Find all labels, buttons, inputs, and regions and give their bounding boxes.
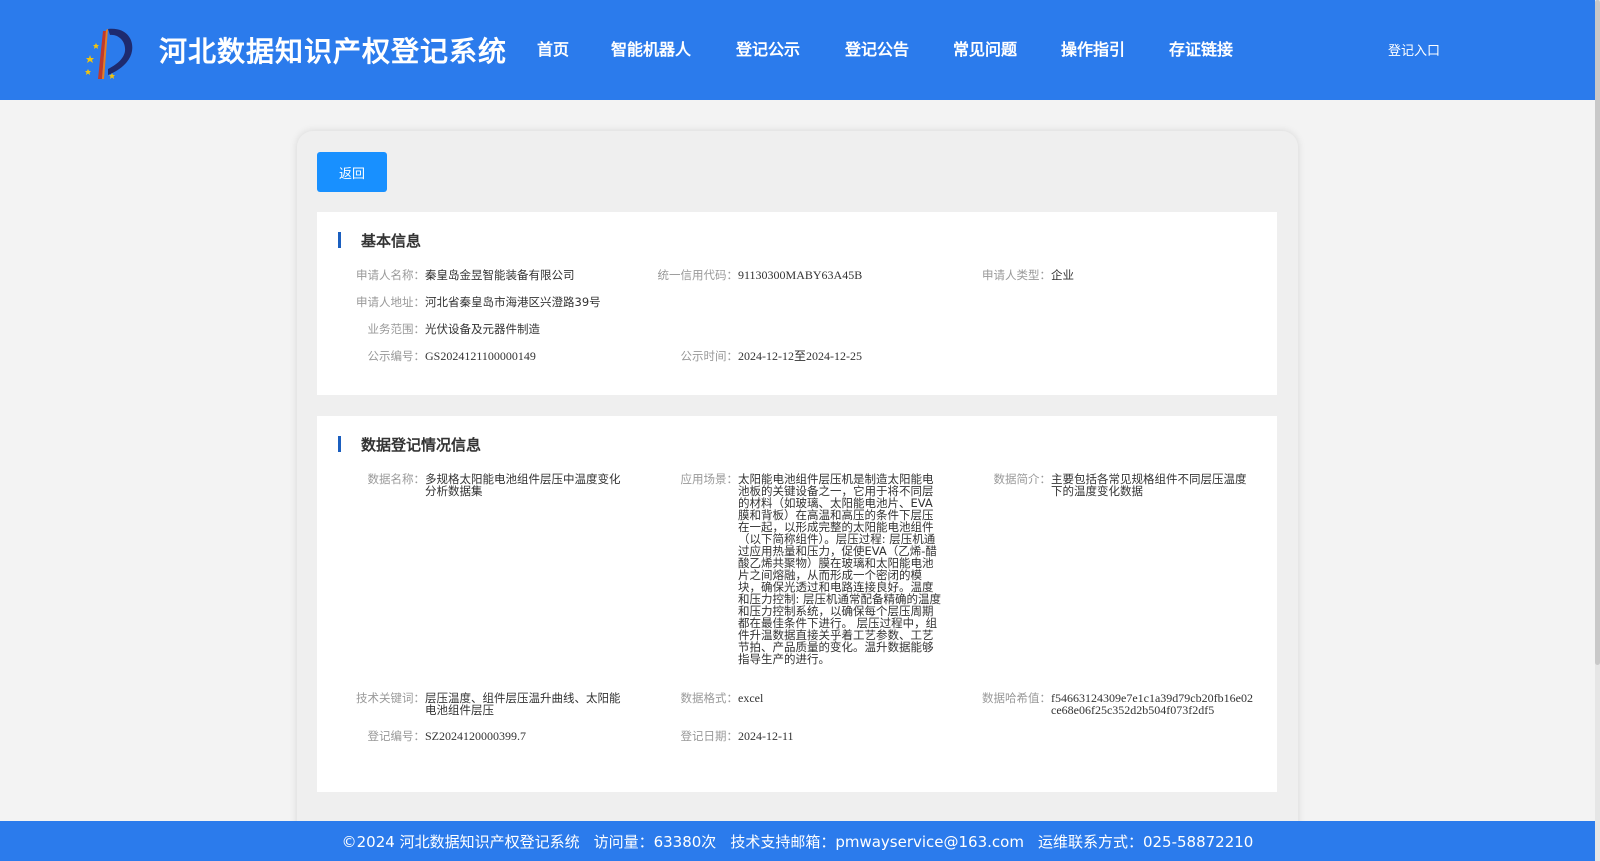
footer-email: 技术支持邮箱：pmwayservice@163.com bbox=[730, 832, 1024, 851]
section-title: 数据登记情况信息 bbox=[338, 434, 481, 454]
footer-contact: 运维联系方式：025-58872210 bbox=[1037, 832, 1254, 851]
hash-value: f54663124309e7e1c1a39d79cb20fb16e02ce68e… bbox=[1051, 691, 1253, 717]
basic-info-section: 基本信息 申请人名称： 秦皇岛金昱智能装备有限公司 统一信用代码： 911303… bbox=[317, 212, 1277, 395]
field-label: 数据简介： bbox=[993, 472, 1052, 486]
nav-faq[interactable]: 常见问题 bbox=[953, 36, 1017, 60]
title-accent-bar bbox=[338, 232, 341, 248]
scrollbar-thumb[interactable] bbox=[1595, 0, 1600, 665]
nav-home[interactable]: 首页 bbox=[537, 36, 569, 60]
field-label: 业务范围： bbox=[367, 322, 426, 336]
field-label: 申请人地址： bbox=[356, 295, 425, 309]
address-value: 河北省秦皇岛市海港区兴澄路39号 bbox=[425, 295, 601, 309]
footer: ©2024 河北数据知识产权登记系统 访问量：63380次 技术支持邮箱：pmw… bbox=[0, 821, 1595, 861]
detail-card: 返回 基本信息 申请人名称： 秦皇岛金昱智能装备有限公司 统一信用代码： 911… bbox=[297, 131, 1298, 861]
registration-info-section: 数据登记情况信息 数据名称： 多规格太阳能电池组件层压中温度变化分析数据集 应用… bbox=[317, 416, 1277, 792]
field-label: 数据哈希值： bbox=[982, 691, 1051, 705]
field-label: 应用场景： bbox=[680, 472, 739, 486]
nav-registration-publicity[interactable]: 登记公示 bbox=[736, 36, 800, 60]
nav-robot[interactable]: 智能机器人 bbox=[611, 36, 691, 60]
basic-info-title: 基本信息 bbox=[361, 231, 422, 250]
format-value: excel bbox=[738, 691, 764, 705]
section-title: 基本信息 bbox=[338, 230, 421, 250]
business-scope-value: 光伏设备及元器件制造 bbox=[425, 322, 540, 336]
login-link[interactable]: 登记入口 bbox=[1388, 40, 1440, 59]
nav-evidence-link[interactable]: 存证链接 bbox=[1169, 36, 1233, 60]
field-label: 技术关键词： bbox=[356, 691, 425, 705]
field-label: 公示编号： bbox=[367, 349, 426, 363]
data-name-value: 多规格太阳能电池组件层压中温度变化分析数据集 bbox=[425, 472, 621, 498]
reg-date-value: 2024-12-11 bbox=[738, 729, 794, 743]
notice-time-value: 2024-12-12至2024-12-25 bbox=[738, 349, 862, 363]
keywords-value: 层压温度、组件层压温升曲线、太阳能电池组件层压 bbox=[425, 691, 621, 717]
field-label: 登记日期： bbox=[680, 729, 739, 743]
field-label: 数据格式： bbox=[680, 691, 739, 705]
field-label: 登记编号： bbox=[367, 729, 426, 743]
field-label: 公示时间： bbox=[680, 349, 739, 363]
field-label: 申请人类型： bbox=[982, 268, 1051, 282]
credit-code-value: 91130300MABY63A45B bbox=[738, 268, 863, 282]
field-label: 统一信用代码： bbox=[657, 268, 739, 282]
field-label: 数据名称： bbox=[367, 472, 426, 486]
top-header: 河北数据知识产权登记系统 首页 智能机器人 登记公示 登记公告 常见问题 操作指… bbox=[0, 0, 1595, 100]
scrollbar[interactable] bbox=[1595, 0, 1600, 861]
page: 河北数据知识产权登记系统 首页 智能机器人 登记公示 登记公告 常见问题 操作指… bbox=[0, 0, 1600, 861]
logo-icon[interactable] bbox=[82, 25, 136, 81]
footer-copyright: ©2024 河北数据知识产权登记系统 bbox=[341, 832, 580, 851]
site-title: 河北数据知识产权登记系统 bbox=[159, 35, 508, 68]
scenario-value: 太阳能电池组件层压机是制造太阳能电池板的关键设备之一，它用于将不同层的材料（如玻… bbox=[738, 472, 942, 666]
nav-operation-guide[interactable]: 操作指引 bbox=[1061, 36, 1125, 60]
nav-registration-announcement[interactable]: 登记公告 bbox=[845, 36, 909, 60]
data-intro-value: 主要包括各常见规格组件不同层压温度下的温度变化数据 bbox=[1051, 472, 1247, 498]
title-accent-bar bbox=[338, 436, 341, 452]
reg-no-value: SZ2024120000399.7 bbox=[425, 729, 527, 743]
back-button[interactable]: 返回 bbox=[317, 152, 387, 192]
applicant-name-value: 秦皇岛金昱智能装备有限公司 bbox=[425, 268, 575, 282]
field-label: 申请人名称： bbox=[356, 268, 425, 282]
applicant-type-value: 企业 bbox=[1051, 268, 1074, 282]
registration-info-title: 数据登记情况信息 bbox=[361, 435, 482, 454]
footer-visits: 访问量：63380次 bbox=[593, 832, 717, 851]
notice-no-value: GS2024121100000149 bbox=[425, 349, 536, 363]
